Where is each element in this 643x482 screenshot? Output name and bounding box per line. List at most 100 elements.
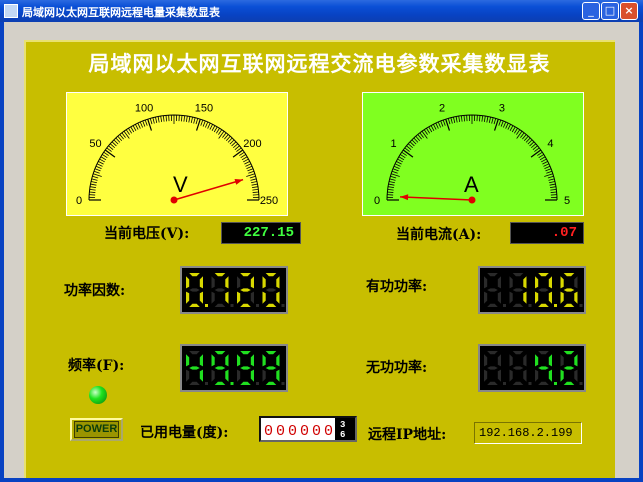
frequency-decimal-point <box>230 382 234 385</box>
close-button[interactable]: × <box>620 2 638 20</box>
frequency-segment <box>250 369 254 382</box>
frequency-segment <box>225 354 229 367</box>
app-icon[interactable] <box>4 4 18 18</box>
am-tick-label: 0 <box>374 195 380 207</box>
am-scale-tick <box>479 115 481 122</box>
power-factor-segment <box>225 291 229 304</box>
ammeter-unit-label: A <box>464 172 479 197</box>
power-factor-segment <box>240 288 251 292</box>
active-power-segment <box>512 288 524 292</box>
vm-tick-label: 250 <box>260 195 278 207</box>
energy-label: 已用电量(度): <box>140 425 229 441</box>
power-factor-decimal-point <box>205 304 208 307</box>
power-factor-segment <box>250 291 254 304</box>
energy-counter-digit: 0 <box>324 423 333 440</box>
reactive-power-segment <box>512 381 524 385</box>
vm-tick-label: 200 <box>243 138 261 150</box>
frequency-segment <box>237 354 241 367</box>
active-power-segment <box>538 288 549 292</box>
energy-counter-digit: 0 <box>300 423 309 440</box>
am-tick-label: 4 <box>547 138 553 150</box>
active-power-segment <box>512 273 524 277</box>
power-factor-segment <box>211 276 215 289</box>
active-power-segment <box>574 276 578 289</box>
voltmeter-unit-label: V <box>173 172 188 197</box>
power-factor-segment <box>211 291 215 304</box>
vm-scale-tick <box>252 191 259 193</box>
power-factor-segment <box>276 276 280 289</box>
am-tick-label: 1 <box>390 138 396 150</box>
active-power-segment <box>497 276 501 289</box>
frequency-segment <box>276 354 280 367</box>
title-bar[interactable]: 局域网以太网互联网远程电量采集数显表 _ □ × <box>0 0 643 22</box>
active-power-segment <box>563 303 575 307</box>
active-power-segment <box>563 273 575 277</box>
reactive-power-segment <box>563 366 575 370</box>
power-factor-segment <box>250 276 254 289</box>
power-button-label: POWER <box>74 421 119 438</box>
remote-ip-field[interactable]: 192.168.2.199 <box>474 422 582 444</box>
frequency-segment <box>262 369 266 382</box>
power-factor-decimal-point <box>281 304 285 307</box>
frequency-display <box>180 344 288 392</box>
status-led-indicator <box>89 386 107 404</box>
frequency-segment <box>265 351 277 355</box>
power-factor-segment <box>265 273 277 277</box>
power-button[interactable]: POWER <box>70 418 123 441</box>
active-power-segment <box>509 276 513 289</box>
power-factor-segment <box>262 276 266 289</box>
active-power-segment <box>497 291 501 304</box>
ammeter-gauge: 0 1 2 3 4 5 A <box>362 92 584 216</box>
power-factor-label: 功率因数: <box>64 283 126 299</box>
am-tick-label: 2 <box>439 103 445 115</box>
frequency-segment <box>189 351 200 355</box>
reactive-power-segment <box>560 354 564 367</box>
energy-counter-fraction-digit: 3 <box>340 420 345 430</box>
maximize-button[interactable]: □ <box>601 2 619 20</box>
active-power-segment <box>487 303 498 307</box>
voltage-readout: 227.15 <box>221 222 301 244</box>
frequency-decimal-point <box>256 382 259 385</box>
voltmeter-gauge: 0 50 100 150 200 250 V <box>66 92 288 216</box>
reactive-power-segment <box>574 369 578 382</box>
frequency-segment <box>189 366 200 370</box>
active-power-segment <box>548 276 552 289</box>
reactive-power-segment <box>574 354 578 367</box>
power-factor-segment <box>189 273 200 277</box>
vm-tick-label: 50 <box>89 138 101 150</box>
voltage-label: 当前电压(V): <box>104 226 190 242</box>
active-power-decimal-point <box>554 304 557 307</box>
reactive-power-segment <box>563 351 575 355</box>
reactive-power-segment <box>538 366 549 370</box>
power-factor-segment <box>214 273 226 277</box>
reactive-power-decimal-point <box>554 382 557 385</box>
ammeter-pivot <box>468 196 476 204</box>
am-scale-tick <box>550 191 557 193</box>
power-factor-segment <box>199 291 203 304</box>
active-power-display <box>478 266 586 314</box>
active-power-segment <box>523 276 527 289</box>
power-factor-segment <box>240 303 251 307</box>
power-factor-segment <box>189 288 200 292</box>
minimize-button[interactable]: _ <box>582 2 600 20</box>
power-factor-segment <box>265 303 277 307</box>
frequency-segment <box>276 369 280 382</box>
active-power-segment <box>487 273 498 277</box>
energy-counter-digit: 0 <box>288 423 297 440</box>
reactive-power-segment <box>535 369 539 382</box>
current-label: 当前电流(A): <box>396 227 482 243</box>
frequency-segment <box>214 381 226 385</box>
active-power-segment <box>523 291 527 304</box>
frequency-segment <box>186 354 190 367</box>
reactive-power-segment <box>548 354 552 367</box>
active-power-segment <box>538 303 549 307</box>
vm-scale-tick <box>181 115 183 122</box>
energy-counter-digit: 0 <box>264 423 273 440</box>
power-factor-segment <box>199 276 203 289</box>
energy-counter-digit: 0 <box>312 423 321 440</box>
remote-ip-label: 远程IP地址: <box>368 427 447 443</box>
active-power-segment <box>563 288 575 292</box>
power-factor-segment <box>262 291 266 304</box>
reactive-power-segment <box>512 366 524 370</box>
frequency-segment <box>265 381 277 385</box>
